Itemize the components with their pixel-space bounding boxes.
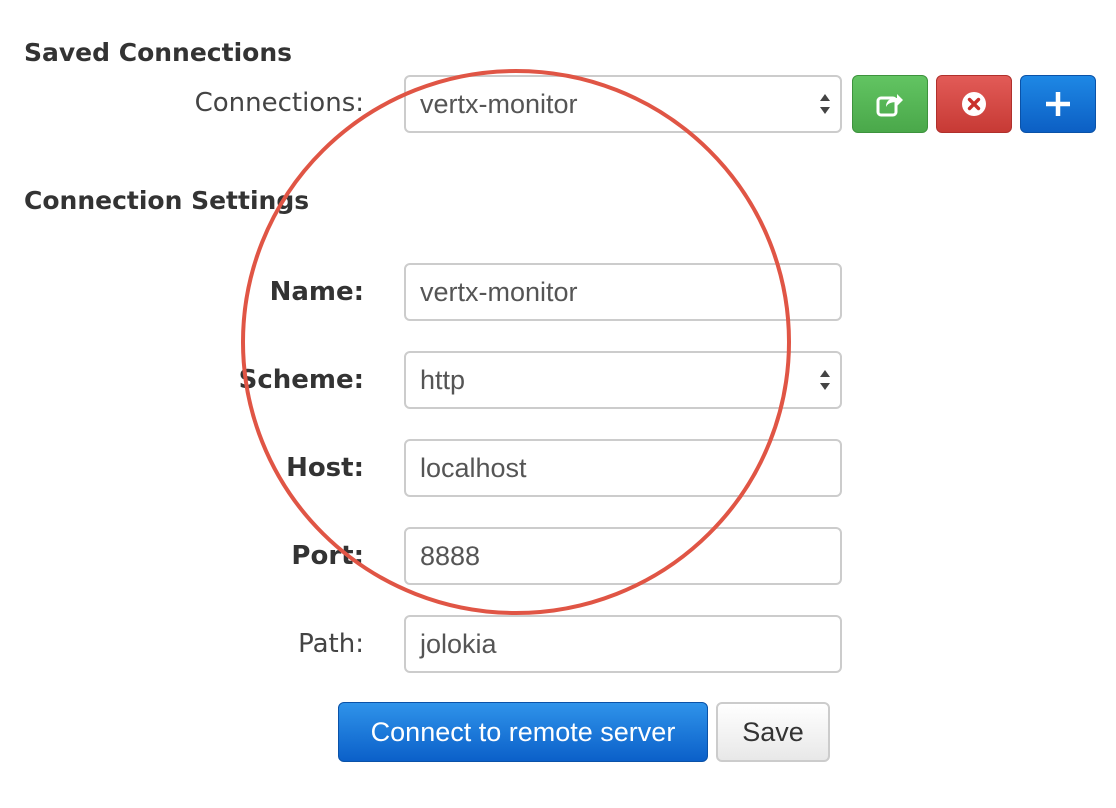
path-value: jolokia: [420, 628, 497, 659]
port-label: Port:: [291, 541, 364, 571]
path-label: Path:: [298, 629, 364, 659]
path-field[interactable]: jolokia: [404, 615, 842, 673]
select-arrows-icon: [820, 370, 830, 390]
add-connection-button[interactable]: [1020, 75, 1096, 133]
port-value: 8888: [420, 540, 481, 571]
scheme-select[interactable]: http: [404, 351, 842, 409]
connection-settings-heading: Connection Settings: [24, 186, 310, 215]
connect-to-remote-server-button[interactable]: Connect to remote server: [338, 702, 708, 762]
scheme-label: Scheme:: [238, 365, 364, 395]
host-field[interactable]: localhost: [404, 439, 842, 497]
plus-icon: [1046, 92, 1070, 116]
connect-saved-button[interactable]: [852, 75, 928, 133]
host-label: Host:: [286, 453, 364, 483]
name-value: vertx-monitor: [420, 276, 578, 307]
remove-circle-icon: [962, 92, 986, 116]
external-link-icon: [876, 94, 903, 117]
save-button[interactable]: Save: [716, 702, 830, 762]
name-label: Name:: [269, 277, 364, 307]
select-arrows-icon: [820, 94, 830, 114]
host-value: localhost: [420, 452, 527, 483]
saved-connections-heading: Saved Connections: [24, 38, 292, 67]
scheme-value: http: [420, 364, 466, 395]
port-field[interactable]: 8888: [404, 527, 842, 585]
connections-label: Connections:: [194, 88, 364, 118]
delete-connection-button[interactable]: [936, 75, 1012, 133]
name-field[interactable]: vertx-monitor: [404, 263, 842, 321]
connections-select[interactable]: vertx-monitor: [404, 75, 842, 133]
connections-select-value: vertx-monitor: [420, 88, 578, 119]
